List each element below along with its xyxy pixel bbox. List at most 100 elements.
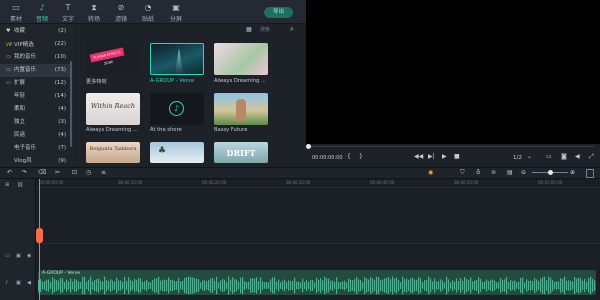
card-palm-sky[interactable]: ♣ <box>150 142 204 163</box>
waveform-bar <box>326 278 328 293</box>
lock-icon[interactable]: ▣ <box>16 280 21 286</box>
subtitle-icon[interactable]: ▤ <box>507 169 513 177</box>
playhead-handle[interactable] <box>36 228 43 243</box>
waveform-bar <box>392 276 394 295</box>
waveform-bar <box>324 276 326 295</box>
add-track-icon[interactable]: ⊞ <box>5 182 9 188</box>
timeline-ruler[interactable]: 00:00:00:00 00:00:10:00 00:00:20:00 00:0… <box>36 179 600 188</box>
waveform-bar <box>566 280 568 291</box>
step-back-icon[interactable]: ▶| <box>428 153 435 161</box>
waveform-bar <box>488 280 490 291</box>
waveform-bar <box>172 279 174 292</box>
waveform-bar <box>102 281 104 290</box>
search-icon[interactable]: ⌕ <box>290 25 294 34</box>
waveform-bar <box>500 278 502 293</box>
waveform-bar <box>276 281 278 290</box>
card-label: At the shore <box>150 127 182 133</box>
microphone-icon[interactable]: ♁ <box>476 169 480 177</box>
undo-icon[interactable]: ↶ <box>7 169 12 177</box>
zoom-in-icon[interactable]: ⊕ <box>570 169 575 177</box>
card-always-dreaming-1[interactable] <box>214 43 268 75</box>
card-label: Always Dreaming ... <box>86 127 138 133</box>
tab-text[interactable]: T 文字 <box>54 2 82 24</box>
zoom-slider-handle[interactable] <box>548 170 553 175</box>
waveform-bar <box>444 282 446 289</box>
video-track[interactable] <box>36 188 600 242</box>
delete-icon[interactable]: ⌫ <box>38 169 46 177</box>
waveform-bar <box>76 279 78 292</box>
sidebar-item-extensions[interactable]: ▭ 扩展 (12) <box>0 77 70 90</box>
crop-icon[interactable]: ⊡ <box>72 169 77 177</box>
sidebar-item-soft[interactable]: 柔和 (4) <box>0 103 70 116</box>
card-bonjuntu[interactable]: Bonjuntu Tambora <box>86 142 140 163</box>
adjust-icon[interactable]: ≡ <box>101 169 106 177</box>
tab-media[interactable]: ▭ 素材 <box>2 2 30 24</box>
chevron-down-icon[interactable]: ⌄ <box>527 153 532 161</box>
tab-transition[interactable]: ⧗ 转场 <box>80 2 108 24</box>
waveform-bar <box>456 278 458 293</box>
card-bassy-future[interactable] <box>214 93 268 125</box>
audio-clip[interactable] <box>38 270 596 295</box>
export-button[interactable]: 导出 <box>264 7 293 18</box>
monitor-icon[interactable]: ▭ <box>546 153 552 161</box>
fullscreen-icon[interactable]: ⤢ <box>589 153 594 161</box>
tab-sticker[interactable]: ◔ 贴纸 <box>134 2 162 24</box>
link-icon[interactable]: ⛓ <box>17 182 23 188</box>
waveform-bar <box>110 279 112 292</box>
waveform-bar <box>466 278 468 293</box>
tab-filter[interactable]: ⊘ 滤镜 <box>107 2 135 24</box>
sidebar-item-builtin-music[interactable]: ▭ 内置音乐 (73) <box>0 64 70 77</box>
sidebar-item-favorites[interactable]: ♥ 收藏 (2) <box>0 25 70 38</box>
waveform-bar <box>88 279 90 292</box>
waveform-bar <box>126 281 128 290</box>
grid-view-icon[interactable]: ▦ <box>246 26 252 33</box>
waveform-bar <box>210 278 212 293</box>
sidebar-item-young[interactable]: 年轻 (14) <box>0 90 70 103</box>
waveform-bar <box>354 279 356 292</box>
eye-icon[interactable]: ◉ <box>27 253 31 259</box>
stop-icon[interactable]: ■ <box>454 153 460 161</box>
volume-icon[interactable]: ◀ <box>575 153 580 161</box>
card-at-the-shore[interactable]: ♪ <box>150 93 204 125</box>
sidebar-item-folk[interactable]: 民谣 (4) <box>0 129 70 142</box>
waveform-bar <box>416 279 418 292</box>
sidebar-item-indie[interactable]: 独立 (3) <box>0 116 70 129</box>
shield-icon[interactable]: ⛉ <box>460 169 465 177</box>
card-always-dreaming-2[interactable]: Within Reach <box>86 93 140 125</box>
quality-fraction[interactable]: 1/2 <box>513 154 522 162</box>
card-drift[interactable]: DRIFT <box>214 142 268 163</box>
waveform-bar <box>486 279 488 292</box>
redo-icon[interactable]: ↷ <box>22 169 27 177</box>
sidebar-item-vip[interactable]: VIP VIP精选 (22) <box>0 38 70 51</box>
audio-waveform <box>38 276 596 295</box>
voiceover-icon[interactable]: ≋ <box>491 169 496 177</box>
sidebar-item-electronic[interactable]: 电子音乐 (7) <box>0 142 70 155</box>
split-icon[interactable]: ✂ <box>55 169 60 177</box>
fit-icon[interactable] <box>586 169 594 178</box>
tab-audio[interactable]: ♪ 音频 <box>28 2 56 24</box>
lock-icon[interactable]: ▣ <box>16 253 21 259</box>
waveform-bar <box>302 278 304 293</box>
sidebar-scrollbar[interactable] <box>70 61 72 147</box>
snapshot-icon[interactable]: ◙ <box>561 153 567 161</box>
waveform-bar <box>270 279 272 292</box>
previous-frame-icon[interactable]: ◀◀ <box>414 153 423 161</box>
card-more-effects[interactable]: PLANAR EFFECTS ZONE <box>86 43 140 75</box>
waveform-bar <box>238 281 240 290</box>
tab-splitscreen[interactable]: ▣ 分屏 <box>162 2 190 24</box>
playback-progress[interactable] <box>308 146 594 147</box>
play-icon[interactable]: ▶ <box>442 153 447 161</box>
playback-scrubber[interactable] <box>306 144 311 149</box>
speed-icon[interactable]: ◷ <box>86 169 91 177</box>
mark-in-icon[interactable]: { <box>347 153 351 161</box>
render-icon[interactable]: ◉ <box>428 169 433 177</box>
mark-out-icon[interactable]: } <box>359 153 363 161</box>
zoom-out-icon[interactable]: ⊖ <box>521 169 526 177</box>
card-a-group-verve[interactable] <box>150 43 204 75</box>
volume-icon[interactable]: ◀ <box>27 280 31 286</box>
video-track-2[interactable] <box>36 243 600 268</box>
video-preview[interactable] <box>306 0 600 144</box>
waveform-bar <box>294 277 296 294</box>
sidebar-item-my-music[interactable]: ▭ 我的音乐 (10) <box>0 51 70 64</box>
waveform-bar <box>240 277 242 294</box>
